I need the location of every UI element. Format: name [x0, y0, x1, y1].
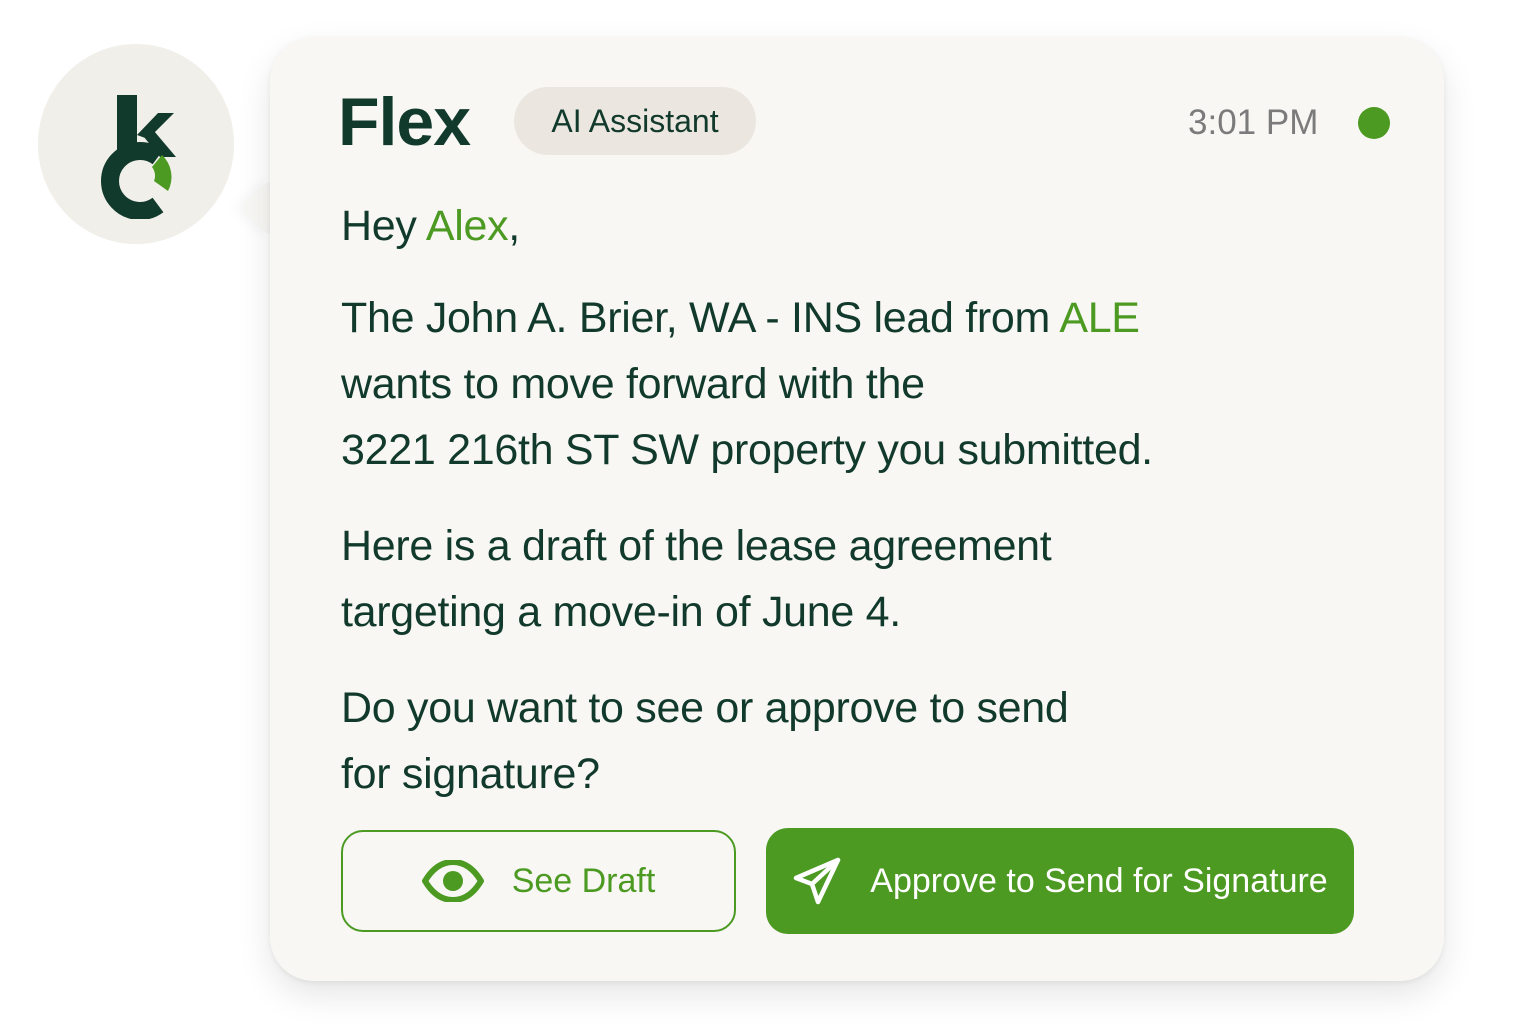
eye-icon [421, 860, 484, 902]
approve-send-label: Approve to Send for Signature [870, 861, 1328, 900]
online-status-dot [1358, 107, 1390, 139]
message-paragraph-lead: The John A. Brier, WA - INS lead from AL… [341, 285, 1153, 483]
assistant-avatar [38, 44, 234, 244]
paper-plane-icon [792, 856, 842, 906]
ai-assistant-badge: AI Assistant [514, 87, 756, 155]
message-timestamp: 3:01 PM [1188, 103, 1319, 142]
lead-line-1-text: The John A. Brier, WA - INS lead from [341, 294, 1060, 342]
question-line-1: Do you want to see or approve to send [341, 684, 1069, 732]
see-draft-label: See Draft [511, 861, 656, 900]
draft-line-1: Here is a draft of the lease agreement [341, 522, 1052, 570]
greeting-suffix: , [508, 202, 520, 250]
lead-line-3: 3221 216th ST SW property you submitted. [341, 426, 1153, 474]
question-line-2: for signature? [341, 750, 600, 798]
chat-notification: Flex AI Assistant 3:01 PM Hey Alex, The … [0, 0, 1536, 1024]
message-card: Flex AI Assistant 3:01 PM Hey Alex, The … [270, 37, 1444, 981]
draft-line-2: targeting a move-in of June 4. [341, 588, 901, 636]
message-paragraph-draft: Here is a draft of the lease agreement t… [341, 513, 1052, 645]
lead-line-1: The John A. Brier, WA - INS lead from AL… [341, 285, 1153, 351]
lead-line-2: wants to move forward with the [341, 360, 925, 408]
message-paragraph-question: Do you want to see or approve to send fo… [341, 675, 1069, 807]
recipient-name: Alex [425, 202, 509, 250]
assistant-name: Flex [338, 84, 471, 160]
lead-source: ALE [1059, 294, 1140, 342]
approve-send-button[interactable]: Approve to Send for Signature [766, 828, 1354, 934]
see-draft-button[interactable]: See Draft [341, 830, 736, 932]
kc-logo-icon [101, 95, 176, 219]
greeting-line: Hey Alex, [341, 193, 520, 259]
greeting-prefix: Hey [341, 202, 426, 250]
